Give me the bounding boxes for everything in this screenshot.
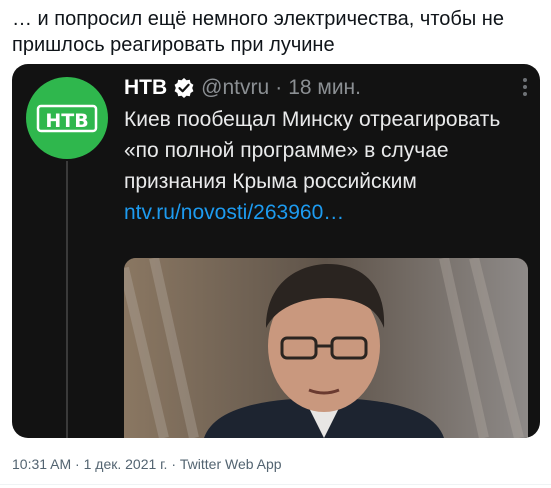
post-text-body: Киев пообещал Минску отреагировать «по п… <box>124 108 501 193</box>
photo-image <box>124 258 528 438</box>
embedded-screenshot[interactable]: НТВ НТВ @ntvru · 18 мин. Киев пообещал М… <box>12 64 540 438</box>
account-name[interactable]: НТВ <box>124 74 167 102</box>
separator-dot: · <box>275 76 283 99</box>
post-text: Киев пообещал Минску отреагировать «по п… <box>124 104 520 228</box>
more-icon[interactable] <box>522 78 528 98</box>
verified-badge-icon <box>174 78 194 98</box>
post-header: НТВ @ntvru · 18 мин. <box>124 74 361 102</box>
tweet-text: … и попросил ещё немного электричества, … <box>12 8 510 56</box>
divider <box>0 484 551 485</box>
post-link[interactable]: ntv.ru/novosti/263960… <box>124 201 344 224</box>
avatar[interactable]: НТВ <box>26 77 108 159</box>
post-photo[interactable] <box>124 258 528 438</box>
thread-line <box>66 161 68 438</box>
ntv-logo-icon: НТВ <box>36 104 98 133</box>
tweet-timestamp[interactable]: 10:31 AM · 1 дек. 2021 г. · Twitter Web … <box>12 456 282 472</box>
post-time[interactable]: 18 мин. <box>288 74 361 102</box>
svg-text:НТВ: НТВ <box>45 110 88 132</box>
account-handle[interactable]: @ntvru <box>201 74 269 102</box>
